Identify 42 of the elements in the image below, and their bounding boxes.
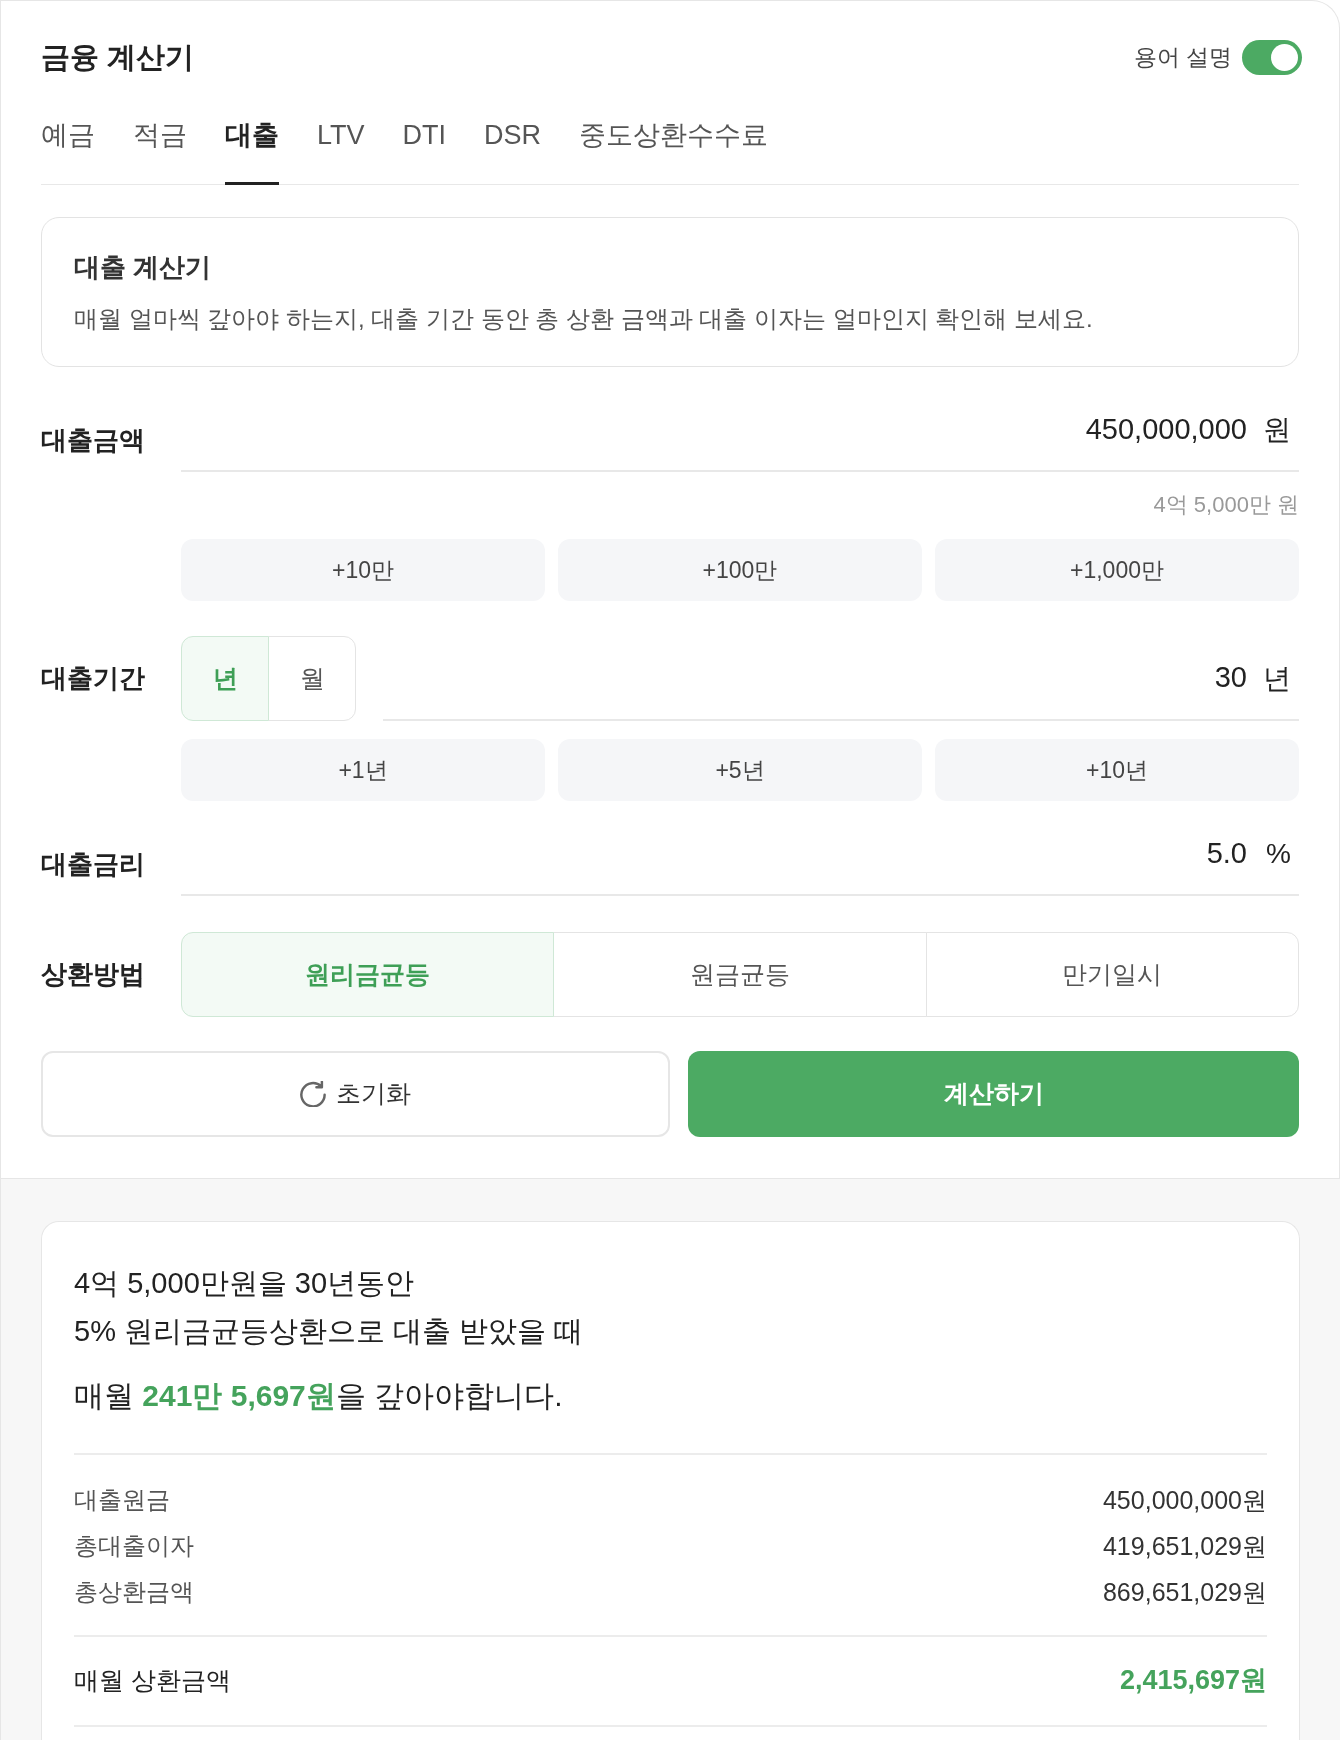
toggle-switch[interactable] [1242,39,1302,75]
field-label: 상환방법 [41,958,146,991]
tab[interactable]: 적금 [133,111,187,185]
unit-label: 원 [1263,413,1291,447]
tab[interactable]: 중도상환수수료 [579,111,769,185]
row-value: 419,651,029원 [1102,1531,1267,1562]
method-option[interactable]: 만기일시 [925,932,1299,1017]
quick-add-button[interactable]: +5년 [558,739,922,801]
summary-text: 4억 5,000만원을 30년동안 [74,1266,416,1301]
quick-add-button[interactable]: +10만 [181,539,545,601]
total-label: 매월 상환금액 [74,1665,231,1696]
quick-add-button[interactable]: +100만 [558,539,922,601]
unit-option[interactable]: 월 [268,636,356,721]
unit-label: % [1266,837,1291,871]
row-label: 총상환금액 [74,1577,194,1607]
summary-text: 5% 원리금균등상환으로 대출 받았을 때 [74,1314,585,1349]
row-value: 450,000,000원 [1102,1485,1267,1516]
tab[interactable]: 예금 [41,111,95,185]
field-label: 대출기간 [41,662,146,695]
row-value: 869,651,029원 [1102,1577,1267,1608]
quick-add-button[interactable]: +1,000만 [935,539,1299,601]
info-description: 매월 얼마씩 갚아야 하는지, 대출 기간 동안 총 상환 금액과 대출 이자는 얼마인지 확인해 보세요. [74,304,1094,334]
reset-button[interactable]: 초기화 [41,1051,670,1137]
total-value: 2,415,697원 [1119,1664,1267,1697]
unit-label: 년 [1263,661,1291,696]
toggle-label: 용어 설명 [1133,42,1232,72]
quick-add-button[interactable]: +10년 [935,739,1299,801]
page-title: 금융 계산기 [41,40,195,75]
tab[interactable]: LTV [317,111,365,185]
tab[interactable]: 대출 [225,111,279,185]
row-label: 대출원금 [74,1485,170,1515]
quick-add-button[interactable]: +1년 [181,739,545,801]
refresh-icon [300,1081,326,1107]
field-label: 대출금리 [41,848,146,881]
method-option[interactable]: 원금균등 [553,932,927,1017]
tab[interactable]: DTI [402,111,446,185]
info-title: 대출 계산기 [74,251,213,283]
tab[interactable]: DSR [484,111,542,185]
amount-hint: 4억 5,000만 원 [1153,491,1299,519]
row-label: 총대출이자 [74,1531,194,1561]
monthly-payment-text: 매월 241만 5,697원을 갚아야합니다. [74,1378,564,1414]
field-label: 대출금액 [41,424,146,457]
